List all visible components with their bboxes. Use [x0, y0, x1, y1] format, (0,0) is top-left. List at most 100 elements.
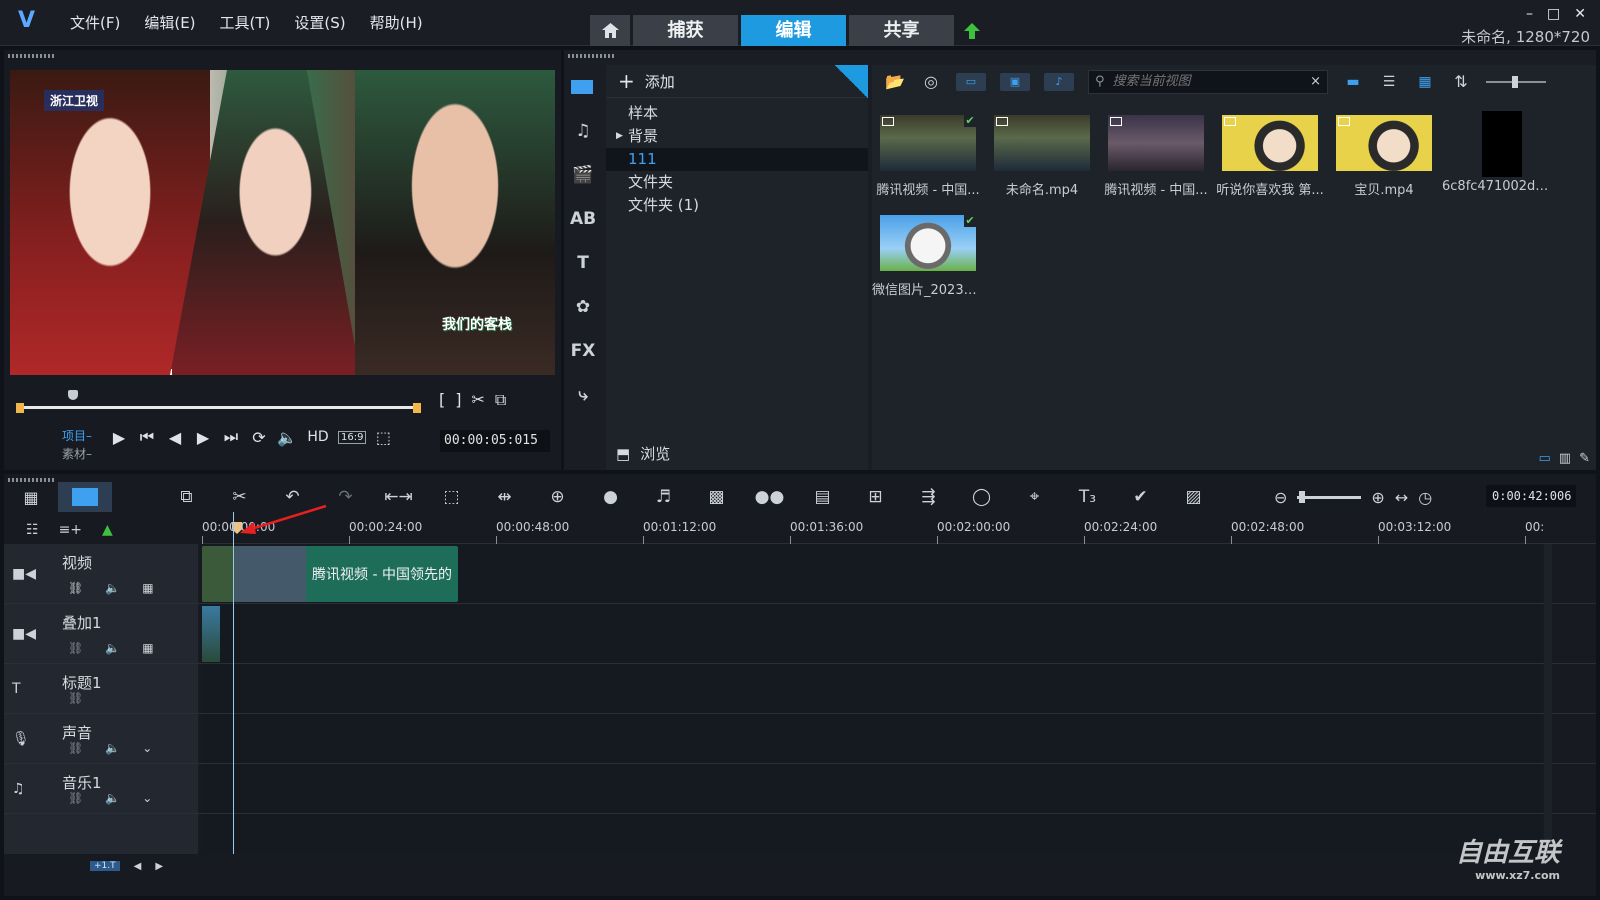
mute-icon[interactable]: 🔈: [105, 741, 120, 755]
grid-view-icon[interactable]: ▦: [1414, 73, 1436, 91]
preview-timecode[interactable]: 00:00:05:015: [440, 430, 550, 452]
time-ruler[interactable]: 00:00:00:00 00:00:24:00 00:00:48:00 00:01:1…: [202, 516, 1596, 544]
clip-mode-label[interactable]: 素材–: [62, 445, 92, 463]
color-grading-icon[interactable]: ✔: [1114, 487, 1167, 507]
close-icon[interactable]: ✕: [1574, 6, 1586, 22]
crop-icon[interactable]: ⬚: [372, 428, 394, 447]
thumbnail-view-icon[interactable]: ▬: [1342, 73, 1364, 91]
expand-icon[interactable]: ⌄: [142, 791, 152, 805]
sort-icon[interactable]: ⇅: [1450, 72, 1472, 91]
upload-button[interactable]: [957, 15, 987, 46]
capture-icon[interactable]: ◎: [920, 72, 942, 91]
chapter-marker-icon[interactable]: ▲: [102, 522, 113, 538]
media-item[interactable]: 宝贝.mp4: [1328, 107, 1440, 202]
time-remap-icon[interactable]: ⇶: [902, 487, 955, 507]
tab-capture[interactable]: 捕获: [633, 15, 738, 46]
track-body[interactable]: [202, 814, 1542, 854]
home-button[interactable]: [590, 15, 630, 46]
import-folder-icon[interactable]: 📂: [884, 72, 906, 91]
overlay-clip[interactable]: [202, 606, 220, 662]
menu-edit[interactable]: 编辑(E): [132, 12, 207, 34]
search-input[interactable]: [1112, 74, 1303, 89]
storyboard-view-icon[interactable]: ▦: [4, 482, 58, 512]
library-view-icon[interactable]: ▭: [1539, 451, 1551, 466]
edit-icon[interactable]: ✎: [1579, 451, 1590, 466]
step-back-icon[interactable]: ◀: [164, 428, 186, 447]
panel-grip[interactable]: [568, 54, 616, 58]
mute-icon[interactable]: 🔈: [105, 581, 120, 595]
scroll-left-icon[interactable]: ◀: [134, 861, 142, 872]
zoom-slider[interactable]: [1297, 490, 1362, 503]
timeline-view-icon[interactable]: [58, 482, 112, 512]
maximize-icon[interactable]: □: [1547, 6, 1560, 22]
go-start-icon[interactable]: ⏮: [136, 427, 158, 447]
link-icon[interactable]: ⛓: [68, 791, 83, 805]
thumbnail-size-slider[interactable]: [1486, 75, 1546, 88]
folder-folder-1[interactable]: 文件夹 (1): [606, 194, 868, 217]
media-item[interactable]: 腾讯视频 - 中国...: [1100, 107, 1212, 202]
add-folder-button[interactable]: + 添加: [606, 65, 868, 98]
scrub-knob[interactable]: [68, 390, 78, 400]
folder-sample[interactable]: 样本: [606, 102, 868, 125]
auto-music-icon[interactable]: ▩: [690, 487, 743, 507]
go-end-icon[interactable]: ⏭: [220, 427, 242, 447]
menu-settings[interactable]: 设置(S): [282, 12, 357, 34]
track-manager-icon[interactable]: ☷: [26, 522, 39, 538]
audio-icon[interactable]: ♫: [564, 109, 602, 153]
project-mode-label[interactable]: 项目–: [62, 427, 92, 445]
scroll-right-icon[interactable]: ▶: [155, 861, 163, 872]
browse-button[interactable]: ⬒ 浏览: [616, 443, 670, 464]
folder-111[interactable]: 111: [606, 148, 868, 171]
tab-edit[interactable]: 编辑: [741, 15, 846, 46]
track-body[interactable]: [202, 664, 1542, 713]
track-body[interactable]: [202, 764, 1542, 813]
expand-arrow-icon[interactable]: ▶: [616, 125, 623, 148]
instant-project-icon[interactable]: 🎬: [564, 153, 602, 197]
scissors-icon[interactable]: ✂: [472, 390, 485, 410]
media-item[interactable]: ✔ 腾讯视频 - 中国...: [872, 107, 984, 202]
zoom-in-icon[interactable]: ⊕: [1371, 488, 1384, 507]
video-clip[interactable]: 腾讯视频 - 中国领先的: [202, 546, 458, 602]
mask-icon[interactable]: ◯: [955, 487, 1008, 507]
panel-grip[interactable]: [8, 54, 56, 58]
track-body[interactable]: 腾讯视频 - 中国领先的: [202, 544, 1542, 603]
fx-icon[interactable]: FX: [564, 329, 602, 373]
zoom-out-icon[interactable]: ⊖: [1274, 488, 1287, 507]
checker-icon[interactable]: ▦: [142, 641, 153, 655]
enlarge-preview-icon[interactable]: ⧉: [495, 390, 506, 410]
sound-mixer-icon[interactable]: ♬: [637, 487, 690, 507]
link-icon[interactable]: ⛓: [68, 581, 83, 595]
track-body[interactable]: [202, 714, 1542, 763]
mark-out-icon[interactable]: ]: [455, 390, 461, 410]
minimize-icon[interactable]: –: [1526, 6, 1533, 22]
hd-button[interactable]: HD: [304, 429, 332, 445]
media-item[interactable]: ✔ 微信图片_20230...: [872, 207, 984, 302]
motion-tracking-icon[interactable]: ●●: [743, 487, 796, 507]
playhead-line[interactable]: [233, 512, 234, 854]
fit-project-icon[interactable]: ↔: [1395, 488, 1408, 507]
media-item[interactable]: 6c8fc471002dd...: [1442, 107, 1554, 202]
folder-background[interactable]: ▶ 背景: [606, 125, 868, 148]
checker-icon[interactable]: ▦: [142, 581, 153, 595]
mark-in-icon[interactable]: [: [439, 390, 445, 410]
link-icon[interactable]: ⛓: [68, 741, 83, 755]
aspect-ratio-button[interactable]: 16:9: [338, 430, 367, 444]
filter-photo-icon[interactable]: ▣: [1000, 72, 1030, 91]
volume-icon[interactable]: 🔈: [276, 428, 298, 447]
pin-icon[interactable]: [834, 65, 868, 98]
expand-icon[interactable]: ⌄: [142, 741, 152, 755]
title-icon[interactable]: T: [564, 241, 602, 285]
list-view-icon[interactable]: ☰: [1378, 73, 1400, 91]
repeat-icon[interactable]: ⟳: [248, 428, 270, 447]
scrub-bar[interactable]: [16, 390, 421, 420]
aspect-icon[interactable]: ⬚: [425, 487, 478, 507]
media-icon[interactable]: [564, 65, 602, 109]
media-item[interactable]: 未命名.mp4: [986, 107, 1098, 202]
fit-timeline-icon[interactable]: ⇤⇥: [372, 487, 425, 507]
mute-icon[interactable]: 🔈: [105, 641, 120, 655]
library-layout-icon[interactable]: ▥: [1559, 451, 1571, 466]
folder-folder[interactable]: 文件夹: [606, 171, 868, 194]
transition-icon[interactable]: AB: [564, 197, 602, 241]
link-icon[interactable]: ⛓: [68, 641, 83, 655]
track-badge[interactable]: +1.T: [90, 861, 120, 871]
